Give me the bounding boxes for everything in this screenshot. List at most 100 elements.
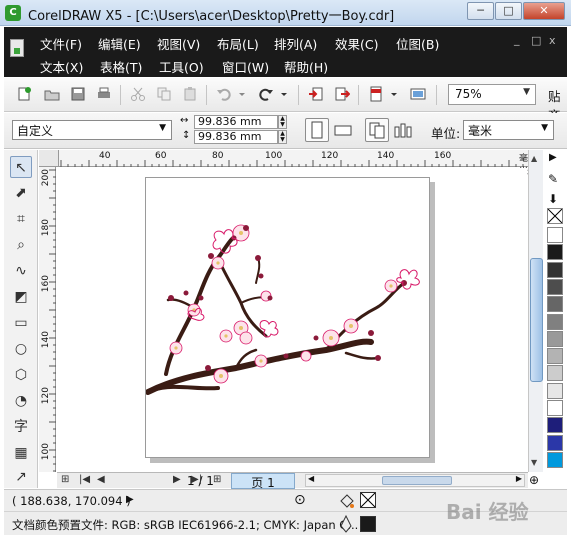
shape-tool-icon[interactable]: ⬈ bbox=[10, 182, 32, 204]
basic-shapes-icon[interactable]: ◔ bbox=[10, 390, 32, 412]
minimize-button[interactable]: ─ bbox=[467, 2, 494, 20]
maximize-button[interactable]: □ bbox=[495, 2, 522, 20]
menu-tools[interactable]: 工具(O) bbox=[159, 57, 204, 76]
application-launcher-icon[interactable] bbox=[410, 86, 426, 102]
scroll-left-arrow[interactable]: ◀ bbox=[308, 474, 314, 483]
height-spinner[interactable]: ▲ ▼ bbox=[278, 130, 287, 144]
navigator-zoom-icon[interactable]: ⊕ bbox=[529, 473, 539, 487]
vertical-scrollbar[interactable]: ▲ ▼ bbox=[528, 150, 543, 472]
color-swatch[interactable] bbox=[547, 261, 563, 278]
first-page-icon[interactable]: |◀ bbox=[79, 474, 90, 485]
dimension-tool-icon[interactable]: ↗ bbox=[10, 466, 32, 488]
copy-icon[interactable] bbox=[156, 86, 172, 102]
color-swatch[interactable] bbox=[547, 434, 563, 451]
page-width-field[interactable]: 99.836 mm bbox=[194, 115, 278, 129]
color-swatch[interactable] bbox=[547, 227, 563, 243]
color-swatch[interactable] bbox=[547, 348, 563, 365]
outline-color-indicator[interactable] bbox=[360, 516, 376, 532]
width-spinner[interactable]: ▲ ▼ bbox=[278, 115, 287, 129]
menu-effects[interactable]: 效果(C) bbox=[335, 34, 378, 53]
scroll-down-arrow[interactable]: ▼ bbox=[531, 458, 537, 467]
menu-table[interactable]: 表格(T) bbox=[100, 57, 142, 76]
ellipse-tool-icon[interactable]: ○ bbox=[10, 338, 32, 360]
paper-type-select[interactable]: 自定义 ▼ bbox=[12, 120, 172, 140]
color-swatch[interactable] bbox=[547, 296, 563, 313]
color-swatch[interactable] bbox=[547, 400, 563, 416]
redo-icon[interactable] bbox=[258, 86, 274, 102]
vertical-scroll-thumb[interactable] bbox=[530, 258, 543, 382]
open-folder-icon[interactable] bbox=[44, 86, 60, 102]
last-page-icon[interactable]: ▶| bbox=[191, 474, 202, 485]
import-icon[interactable] bbox=[308, 86, 324, 102]
scroll-up-arrow[interactable]: ▲ bbox=[531, 154, 537, 163]
fill-color-indicator[interactable] bbox=[360, 492, 376, 508]
undo-icon[interactable] bbox=[216, 86, 232, 102]
freehand-tool-icon[interactable]: ∿ bbox=[10, 260, 32, 282]
menu-bitmaps[interactable]: 位图(B) bbox=[396, 34, 439, 53]
zoom-level-select[interactable]: 75% ▼ bbox=[448, 84, 536, 105]
paste-icon[interactable] bbox=[182, 86, 198, 102]
page-tab-1[interactable]: 页 1 bbox=[231, 473, 295, 490]
color-swatch[interactable] bbox=[547, 451, 563, 468]
table-tool-icon[interactable]: ▦ bbox=[10, 442, 32, 464]
close-button[interactable]: ✕ bbox=[523, 2, 565, 20]
drawing-page[interactable] bbox=[145, 177, 430, 458]
scroll-right-arrow[interactable]: ▶ bbox=[516, 474, 522, 483]
status-expand-arrow-icon[interactable]: ▶ bbox=[126, 494, 134, 505]
menu-layout[interactable]: 布局(L) bbox=[217, 34, 259, 53]
horizontal-scroll-thumb[interactable] bbox=[382, 476, 452, 485]
color-swatch[interactable] bbox=[547, 417, 563, 434]
no-color-swatch[interactable] bbox=[547, 208, 563, 224]
doc-close-button[interactable]: x bbox=[549, 34, 556, 47]
previous-page-icon[interactable]: ◀ bbox=[97, 474, 105, 485]
color-swatch[interactable] bbox=[547, 278, 563, 295]
units-select[interactable]: 毫米 ▼ bbox=[463, 120, 554, 140]
menu-edit[interactable]: 编辑(E) bbox=[98, 34, 141, 53]
undo-dropdown-icon[interactable] bbox=[238, 86, 246, 102]
horizontal-scrollbar[interactable]: ◀ ▶ bbox=[305, 474, 525, 487]
pick-tool-icon[interactable]: ↖ bbox=[10, 156, 32, 178]
color-swatch[interactable] bbox=[547, 244, 563, 261]
portrait-button[interactable] bbox=[305, 118, 329, 142]
landscape-button[interactable] bbox=[331, 118, 355, 142]
vertical-ruler[interactable]: 200 180 160 140 120 100 bbox=[39, 167, 56, 472]
add-page-after-icon[interactable]: ⊞ bbox=[213, 474, 221, 485]
drawing-canvas[interactable] bbox=[57, 168, 527, 471]
all-pages-button[interactable] bbox=[365, 118, 389, 142]
new-document-icon[interactable] bbox=[16, 86, 32, 102]
polygon-tool-icon[interactable]: ⬡ bbox=[10, 364, 32, 386]
smart-fill-icon[interactable]: ◩ bbox=[10, 286, 32, 308]
next-page-icon[interactable]: ▶ bbox=[173, 474, 181, 485]
page-height-field[interactable]: 99.836 mm bbox=[194, 130, 278, 144]
color-swatch[interactable] bbox=[547, 330, 563, 347]
add-page-before-icon[interactable]: ⊞ bbox=[61, 474, 69, 485]
color-swatch[interactable] bbox=[547, 382, 563, 399]
rectangle-tool-icon[interactable]: ▭ bbox=[10, 312, 32, 334]
fill-bucket-icon[interactable] bbox=[338, 492, 356, 510]
ruler-origin[interactable] bbox=[39, 150, 59, 167]
print-icon[interactable] bbox=[96, 86, 112, 102]
color-swatch[interactable] bbox=[547, 365, 563, 382]
eyedropper-icon[interactable]: ✎ bbox=[548, 172, 558, 186]
publish-pdf-icon[interactable] bbox=[368, 86, 384, 102]
redo-dropdown-icon[interactable] bbox=[280, 86, 288, 102]
menu-window[interactable]: 窗口(W) bbox=[222, 57, 269, 76]
menu-arrange[interactable]: 排列(A) bbox=[274, 34, 317, 53]
color-swatch[interactable] bbox=[547, 313, 563, 330]
plum-blossom-artwork[interactable] bbox=[145, 178, 431, 459]
doc-restore-button[interactable]: □ bbox=[531, 34, 541, 47]
save-icon[interactable] bbox=[70, 86, 86, 102]
zoom-tool-icon[interactable]: ⌕ bbox=[10, 234, 32, 256]
color-profile-text[interactable]: 文档颜色预置文件: RGB: sRGB IEC61966-2.1; CMYK: … bbox=[12, 517, 358, 533]
export-icon[interactable] bbox=[334, 86, 350, 102]
current-page-button[interactable] bbox=[391, 118, 415, 142]
doc-minimize-button[interactable]: _ bbox=[514, 33, 520, 46]
menu-text[interactable]: 文本(X) bbox=[40, 57, 83, 76]
palette-scroll-up-icon[interactable]: ▶ bbox=[549, 152, 557, 163]
menu-help[interactable]: 帮助(H) bbox=[284, 57, 328, 76]
horizontal-ruler[interactable]: 40 60 80 100 120 140 160 毫米 bbox=[59, 150, 529, 177]
menu-file[interactable]: 文件(F) bbox=[40, 34, 82, 53]
publish-dropdown-icon[interactable] bbox=[390, 86, 398, 102]
text-tool-icon[interactable]: 字 bbox=[10, 416, 32, 438]
menu-view[interactable]: 视图(V) bbox=[157, 34, 200, 53]
